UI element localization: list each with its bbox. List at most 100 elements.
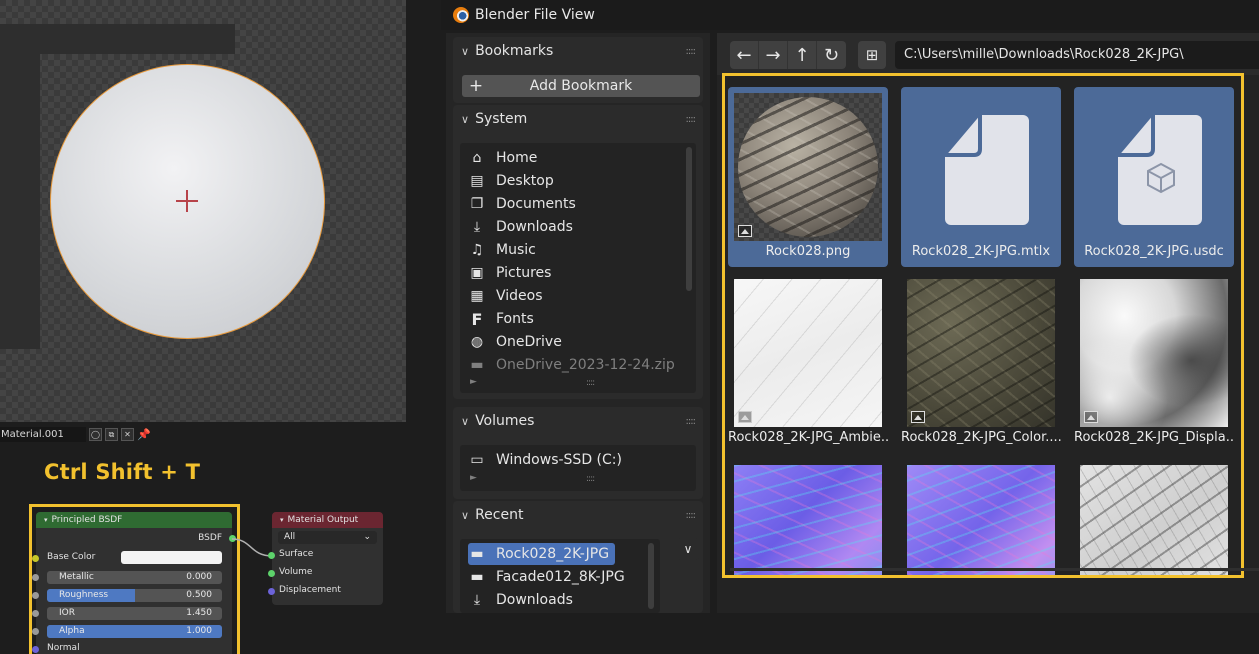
file-thumbnail [907,93,1055,241]
bottom-bar [730,568,1259,571]
recent-item-downloads[interactable]: ⤓ Downloads [468,589,573,611]
item-label: Facade012_8K-JPG [496,569,625,585]
rock-cracks [738,97,878,237]
image-type-icon [738,411,752,423]
viewport-header-band [0,24,235,54]
file-name: Rock028_2K-JPG_Color.... [901,430,1061,445]
image-type-icon [738,225,752,237]
material-output-node[interactable]: ▾ Material Output All ⌄ Surface Volume Di… [268,512,383,605]
recent-item-rock028[interactable]: ▬ Rock028_2K-JPG [468,543,616,565]
file-tile-rock028-png[interactable]: Rock028.png [728,87,888,267]
system-item-desktop[interactable]: ▤ Desktop [468,170,553,192]
window-titlebar[interactable]: Blender File View [441,0,1259,30]
target-value: All [284,532,296,542]
new-folder-icon[interactable]: ⊞ [858,41,886,69]
system-item-music[interactable]: ♫ Music [468,239,536,261]
volume-socket[interactable] [268,570,275,577]
drag-grip-icon[interactable]: :::: [686,46,697,57]
roughness-cracks [1080,465,1228,575]
target-dropdown[interactable]: All ⌄ [278,531,377,544]
normal-map-streaks [907,465,1055,575]
refresh-icon[interactable]: ↻ [817,41,846,69]
drag-grip-icon[interactable]: :::: [686,114,697,125]
file-browser-main: ← → ↑ ↻ ⊞ C:\Users\mille\Downloads\Rock0… [717,33,1259,613]
image-type-icon [911,411,925,423]
surface-socket[interactable] [268,552,275,559]
volume-item-c[interactable]: ▭ Windows-SSD (C:) [468,449,622,471]
system-item-pictures[interactable]: ▣ Pictures [468,262,551,284]
recent-item-facade012[interactable]: ▬ Facade012_8K-JPG [468,566,625,588]
material-name-field[interactable]: Material.001 [0,426,86,442]
system-item-downloads[interactable]: ⤓ Downloads [468,216,573,238]
expand-arrow-icon[interactable]: ► [470,377,477,387]
material-selector: Material.001 ◯ ⧉ ✕ 📌 [0,426,151,442]
parent-directory-icon[interactable]: ↑ [788,41,817,69]
drag-grip-icon[interactable]: :::: [686,510,697,521]
pin-icon[interactable]: 📌 [137,428,151,441]
resize-grip-icon[interactable]: :::: [586,474,595,484]
fake-user-shield-icon[interactable]: ◯ [89,427,102,441]
system-item-videos[interactable]: ▦ Videos [468,285,542,307]
panel-title: System [475,111,528,127]
directory-path-field[interactable]: C:\Users\mille\Downloads\Rock028_2K-JPG\ [895,41,1259,69]
node-link [231,538,273,557]
collapse-chevron-icon[interactable]: ▾ [280,516,284,524]
file-tile-normal-gl[interactable] [901,459,1061,575]
chevron-down-icon: ⌄ [363,532,371,542]
file-tile-roughness[interactable] [1074,459,1234,575]
system-item-home[interactable]: ⌂ Home [468,147,538,169]
system-item-onedrive-zip[interactable]: ▬ OneDrive_2023-12-24.zip [468,354,674,376]
file-tile-mtlx[interactable]: Rock028_2K-JPG.mtlx [901,87,1061,267]
bookmarks-header[interactable]: ∨ Bookmarks :::: [453,37,703,65]
volumes-panel: ∨ Volumes :::: ▭ Windows-SSD (C:) ► :::: [453,407,703,499]
download-icon: ⤓ [473,592,481,608]
home-icon: ⌂ [472,150,482,166]
button-label: Add Bookmark [529,78,633,94]
volumes-header[interactable]: ∨ Volumes :::: [453,407,703,435]
volumes-list: ▭ Windows-SSD (C:) ► :::: [460,445,696,491]
file-tile-usdc[interactable]: Rock028_2K-JPG.usdc [1074,87,1234,267]
item-label: Downloads [496,592,573,608]
image-type-icon [1084,411,1098,423]
new-folder-group: ⊞ [858,41,886,69]
recent-scrollbar[interactable] [648,543,654,609]
file-tile-color[interactable]: Rock028_2K-JPG_Color.... [901,273,1061,453]
node-header[interactable]: ▾ Material Output [272,512,383,528]
drag-grip-icon[interactable]: :::: [686,416,697,427]
file-tile-normal-dx[interactable] [728,459,888,575]
file-thumbnail [1080,93,1228,241]
resize-grip-icon[interactable]: :::: [586,378,595,388]
bookmarks-panel: ∨ Bookmarks :::: + Add Bookmark [453,37,703,103]
add-bookmark-button[interactable]: + Add Bookmark [462,75,700,97]
object-origin-icon [176,190,198,212]
recent-header[interactable]: ∨ Recent :::: [453,501,703,529]
file-view-window[interactable]: Blender File View ∨ Bookmarks :::: + Add… [441,0,1259,654]
unlink-material-icon[interactable]: ✕ [121,427,134,441]
file-tile-ambient[interactable]: Rock028_2K-JPG_Ambie... [728,273,888,453]
chevron-down-icon: ∨ [683,542,693,556]
system-item-fonts[interactable]: F Fonts [468,308,534,330]
node-editor[interactable]: Material.001 ◯ ⧉ ✕ 📌 Ctrl Shift + T ▾ Pri… [0,422,440,654]
system-item-onedrive[interactable]: ◍ OneDrive [468,331,562,353]
system-item-documents[interactable]: ❐ Documents [468,193,576,215]
file-name: Rock028_2K-JPG_Ambie... [728,430,888,445]
forward-arrow-icon[interactable]: → [759,41,788,69]
file-tile-displacement[interactable]: Rock028_2K-JPG_Displa... [1074,273,1234,453]
documents-icon: ❐ [470,196,484,212]
panel-title: Recent [475,507,524,523]
file-thumbnail [734,279,882,427]
file-grid[interactable]: Rock028.png Rock028_2K-JPG.mtlx Rock028_… [722,73,1244,578]
system-scrollbar[interactable] [686,147,692,291]
duplicate-material-icon[interactable]: ⧉ [105,427,118,441]
chevron-down-icon: ∨ [461,112,470,126]
recent-expand-button[interactable]: ∨ [677,538,699,560]
expand-arrow-icon[interactable]: ► [470,473,477,483]
folder-icon: ▬ [470,546,484,562]
chevron-down-icon: ∨ [461,44,470,58]
displacement-socket[interactable] [268,588,275,595]
globe-icon: ◍ [470,334,484,350]
back-arrow-icon[interactable]: ← [730,41,759,69]
3d-viewport[interactable] [0,0,406,422]
file-thumbnail [1080,279,1228,427]
system-header[interactable]: ∨ System :::: [453,105,703,133]
